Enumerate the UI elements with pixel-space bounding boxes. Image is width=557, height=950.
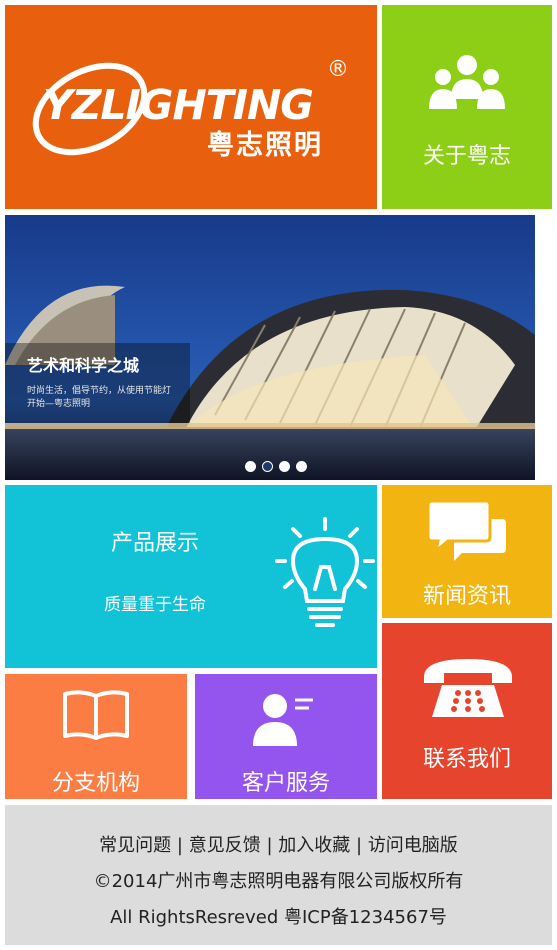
- news-label: 新闻资讯: [422, 584, 511, 609]
- footer-link-bookmark[interactable]: 加入收藏: [278, 835, 350, 856]
- about-label: 关于粤志: [422, 144, 511, 169]
- chat-bubbles-icon: [428, 499, 506, 561]
- branch-tile[interactable]: 分支机构: [5, 674, 187, 799]
- logo-text-cn: 粤志照明: [207, 130, 323, 161]
- product-tile[interactable]: 产品展示 质量重于生命: [5, 485, 377, 668]
- banner-subtitle-line-2: 开始—粤志照明: [27, 399, 91, 409]
- banner-title: 艺术和科学之城: [27, 356, 140, 375]
- service-label: 客户服务: [241, 771, 330, 796]
- product-sub-label: 质量重于生命: [104, 595, 206, 615]
- footer-separator: |: [266, 835, 273, 856]
- footer-copyright: ©2014广州市粤志照明电器有限公司版权所有: [93, 871, 464, 892]
- carousel-dot-4[interactable]: [296, 461, 307, 472]
- carousel-dot-1[interactable]: [245, 461, 256, 472]
- banner-carousel[interactable]: [5, 215, 535, 480]
- footer-link-desktop[interactable]: 访问电脑版: [368, 835, 458, 856]
- footer-separator: |: [356, 835, 363, 856]
- service-tile[interactable]: 客户服务: [195, 674, 377, 799]
- book-icon: [63, 690, 129, 740]
- logo-tile[interactable]: YZLIGHTING 粤志照明 ®: [5, 5, 377, 209]
- logo-text: YZLIGHTING: [43, 81, 314, 129]
- banner-caption: 艺术和科学之城 时尚生活，倡导节约，从使用节能灯 开始—粤志照明: [27, 352, 177, 411]
- group-icon: [429, 55, 505, 109]
- footer-link-feedback[interactable]: 意见反馈: [189, 835, 261, 856]
- contact-tile[interactable]: 联系我们: [382, 623, 552, 799]
- carousel-dot-3[interactable]: [279, 461, 290, 472]
- registered-mark: ®: [327, 57, 349, 82]
- customer-service-icon: [253, 694, 313, 746]
- footer: 常见问题 | 意见反馈 | 加入收藏 | 访问电脑版 ©2014广州市粤志照明电…: [5, 805, 552, 945]
- product-label: 产品展示: [110, 531, 199, 556]
- footer-rights: All RightsResreved 粤ICP备1234567号: [110, 907, 447, 928]
- footer-separator: |: [176, 835, 183, 856]
- banner-image: [5, 215, 535, 480]
- footer-link-faq[interactable]: 常见问题: [99, 835, 171, 856]
- contact-label: 联系我们: [422, 747, 511, 772]
- about-tile[interactable]: 关于粤志: [382, 5, 552, 209]
- news-tile[interactable]: 新闻资讯: [382, 485, 552, 618]
- banner-subtitle: 时尚生活，倡导节约，从使用节能灯 开始—粤志照明: [27, 385, 177, 411]
- branch-label: 分支机构: [51, 771, 140, 796]
- carousel-dot-2[interactable]: [262, 461, 273, 472]
- telephone-icon: [424, 659, 512, 717]
- footer-links: 常见问题 | 意见反馈 | 加入收藏 | 访问电脑版: [5, 831, 552, 857]
- carousel-dots: [245, 461, 307, 472]
- banner-subtitle-line-1: 时尚生活，倡导节约，从使用节能灯: [27, 386, 172, 396]
- lightbulb-icon: [275, 517, 375, 627]
